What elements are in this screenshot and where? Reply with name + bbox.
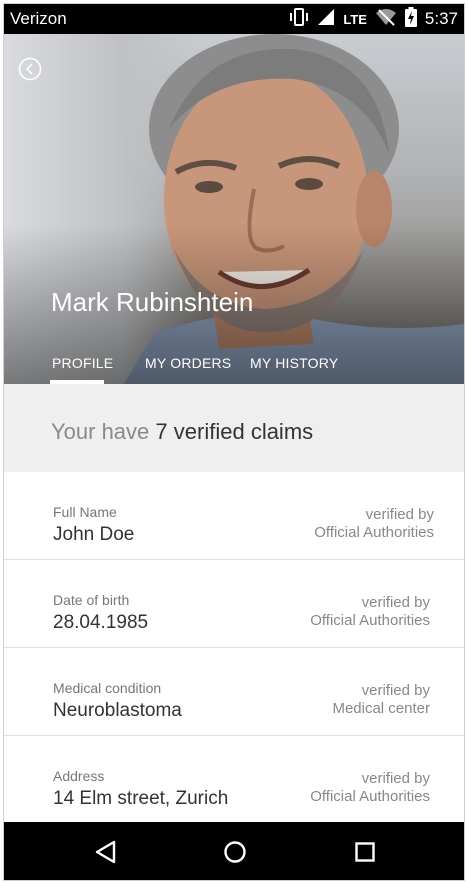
phone-screen: Verizon LTE 5:37 Mark Rubinshtein PROFIL…: [4, 4, 464, 880]
claims-list: Full Name John Doe verified by Official …: [4, 472, 464, 823]
tab-profile[interactable]: PROFILE: [52, 355, 113, 371]
claim-verified-by: verified by: [361, 770, 430, 787]
back-circle-icon[interactable]: [18, 57, 42, 81]
claim-row-medical-condition[interactable]: Medical condition Neuroblastoma verified…: [4, 648, 464, 736]
claim-authority: Medical center: [332, 700, 430, 717]
clock: 5:37: [424, 9, 458, 28]
summary-prefix: Your have: [51, 419, 150, 444]
vibrate-icon: [289, 7, 309, 31]
system-navigation-bar: [4, 822, 464, 880]
profile-name: Mark Rubinshtein: [51, 287, 254, 317]
claim-label: Date of birth: [53, 592, 130, 608]
summary-count: 7: [155, 419, 168, 444]
claims-summary: Your have 7 verified claims: [4, 384, 464, 472]
claim-row-full-name[interactable]: Full Name John Doe verified by Official …: [4, 472, 464, 560]
tab-my-history[interactable]: MY HISTORY: [250, 355, 338, 371]
home-circle-icon[interactable]: [222, 839, 248, 865]
tab-my-orders[interactable]: MY ORDERS: [145, 355, 231, 371]
summary-suffix: verified claims: [173, 419, 314, 444]
claim-label: Address: [53, 768, 105, 784]
profile-header: Mark Rubinshtein PROFILE MY ORDERS MY HI…: [4, 34, 464, 384]
claim-value: John Doe: [53, 524, 135, 545]
signal-icon: [317, 8, 335, 31]
claim-label: Full Name: [53, 504, 117, 520]
claim-authority: Official Authorities: [310, 612, 430, 629]
claim-value: 28.04.1985: [53, 612, 149, 633]
wifi-off-icon: [375, 8, 397, 31]
status-icons: LTE 5:37: [289, 6, 458, 32]
profile-tabs: PROFILE MY ORDERS MY HISTORY: [4, 352, 464, 384]
back-triangle-icon[interactable]: [93, 839, 119, 865]
claim-value: Neuroblastoma: [53, 700, 182, 721]
claim-row-date-of-birth[interactable]: Date of birth 28.04.1985 verified by Off…: [4, 560, 464, 648]
claim-label: Medical condition: [53, 680, 162, 696]
claim-authority: Official Authorities: [310, 788, 430, 805]
recents-square-icon[interactable]: [352, 839, 378, 865]
claims-summary-text: Your have 7 verified claims: [51, 419, 313, 445]
battery-charging-icon: [404, 6, 417, 32]
carrier-label: Verizon: [10, 9, 67, 28]
status-bar: Verizon LTE 5:37: [4, 4, 464, 34]
claim-verified-by: verified by: [361, 682, 430, 699]
claim-verified-by: verified by: [365, 506, 434, 523]
claim-authority: Official Authorities: [314, 524, 434, 541]
network-type: LTE: [343, 11, 367, 27]
claim-value: 14 Elm street, Zurich: [53, 788, 229, 809]
claim-verified-by: verified by: [361, 594, 430, 611]
claim-row-address[interactable]: Address 14 Elm street, Zurich verified b…: [4, 736, 464, 823]
